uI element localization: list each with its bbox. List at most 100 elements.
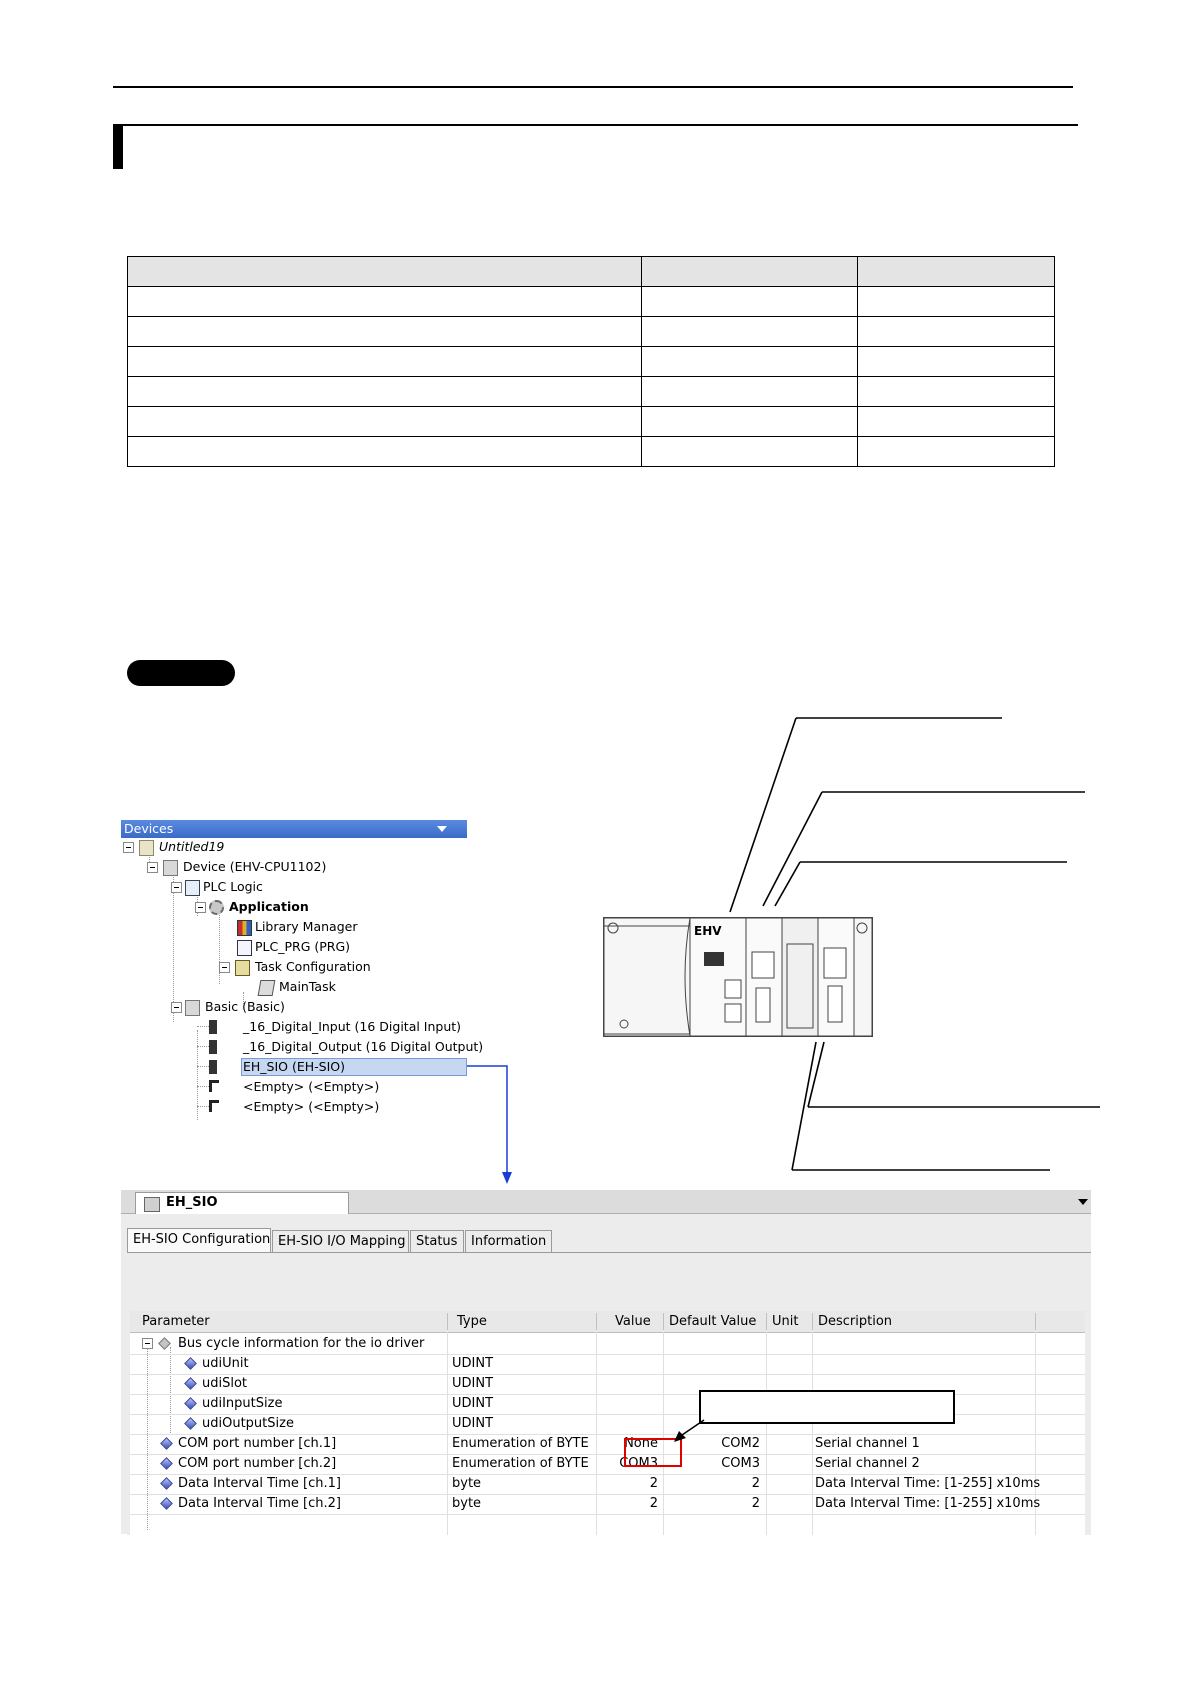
- table-row[interactable]: COM port number [ch.2] Enumeration of BY…: [130, 1453, 1085, 1475]
- spec-table-row: [127, 376, 1055, 407]
- basic-base-icon: [185, 1000, 200, 1016]
- collapse-icon[interactable]: [195, 902, 206, 913]
- device-icon: [144, 1197, 160, 1212]
- io-module-icon: [209, 1060, 217, 1074]
- leader-line: [774, 861, 801, 907]
- tree-connector: [197, 1106, 209, 1107]
- plc-hardware-illustration: EHV: [603, 917, 873, 1037]
- parameter-icon: [184, 1357, 197, 1370]
- tree-item-label: _16_Digital_Output (16 Digital Output): [243, 1039, 484, 1054]
- leader-line: [762, 791, 823, 907]
- column-separator[interactable]: [447, 1313, 448, 1330]
- plc-logic-icon: [185, 880, 200, 896]
- tab-status[interactable]: Status: [410, 1230, 464, 1253]
- editor-tab-bar: EH_SIO: [121, 1190, 1091, 1214]
- chevron-down-icon[interactable]: [1078, 1199, 1088, 1205]
- description-cell: Serial channel 1: [815, 1436, 920, 1451]
- tree-connector: [219, 912, 220, 984]
- empty-slot-icon: [209, 1100, 219, 1112]
- tab-eh-sio-io-mapping[interactable]: EH-SIO I/O Mapping: [272, 1230, 409, 1253]
- column-header-parameter[interactable]: Parameter: [142, 1314, 210, 1329]
- spec-table-row: [127, 436, 1055, 467]
- default-value-cell: COM3: [721, 1456, 760, 1471]
- tree-connector: [173, 874, 174, 1022]
- collapse-icon[interactable]: [142, 1338, 153, 1349]
- application-gear-icon: [209, 900, 224, 915]
- tab-label: EH-SIO I/O Mapping: [278, 1234, 406, 1249]
- column-header-description[interactable]: Description: [818, 1314, 892, 1329]
- tab-label: EH-SIO Configuration: [133, 1232, 271, 1247]
- tree-connector: [197, 1026, 209, 1027]
- page-header-rule: [113, 86, 1073, 88]
- parameter-icon: [184, 1377, 197, 1390]
- description-cell: Serial channel 2: [815, 1456, 920, 1471]
- pointer-arrow: [467, 1065, 512, 1184]
- program-icon: [237, 940, 252, 956]
- column-separator[interactable]: [663, 1313, 664, 1330]
- editor-doc-tab-label: EH_SIO: [166, 1195, 218, 1210]
- tree-item-label: PLC Logic: [203, 879, 263, 894]
- tree-item-label: <Empty> (<Empty>): [243, 1099, 380, 1114]
- column-separator[interactable]: [812, 1313, 813, 1330]
- section-heading-rule: [113, 124, 1078, 126]
- value-cell[interactable]: 2: [600, 1496, 658, 1511]
- parameter-cell: udiUnit: [202, 1356, 249, 1371]
- tab-eh-sio-configuration[interactable]: EH-SIO Configuration: [127, 1228, 271, 1253]
- parameter-cell: udiSlot: [202, 1376, 248, 1391]
- tree-item-label: Untitled19: [159, 839, 225, 854]
- tree-item-label: Basic (Basic): [205, 999, 285, 1014]
- parameter-icon: [160, 1477, 173, 1490]
- tree-connector: [197, 1066, 209, 1067]
- devices-panel-title: Devices: [124, 821, 174, 836]
- collapse-icon[interactable]: [171, 882, 182, 893]
- parameter-cell: udiInputSize: [202, 1396, 283, 1411]
- io-module-icon: [209, 1020, 217, 1034]
- column-header-unit[interactable]: Unit: [772, 1314, 798, 1329]
- collapse-icon[interactable]: [123, 842, 134, 853]
- plc-hardware-drawing: [603, 917, 873, 1037]
- column-header-default-value[interactable]: Default Value: [669, 1314, 756, 1329]
- value-cell[interactable]: 2: [600, 1476, 658, 1491]
- tree-item-label: Library Manager: [255, 919, 358, 934]
- parameter-icon: [160, 1497, 173, 1510]
- spec-table: [127, 256, 1055, 467]
- tree-item-label: _16_Digital_Input (16 Digital Input): [243, 1019, 462, 1034]
- terminal-block: [827, 985, 843, 1023]
- tab-label: Information: [471, 1234, 547, 1249]
- type-cell: Enumeration of BYTE: [452, 1456, 589, 1471]
- column-separator[interactable]: [1035, 1313, 1036, 1330]
- port-icon: [751, 951, 775, 979]
- spec-table-row: [127, 286, 1055, 317]
- chevron-down-icon[interactable]: [437, 826, 447, 832]
- table-row[interactable]: Data Interval Time [ch.2] byte 2 2 Data …: [130, 1493, 1085, 1515]
- column-header-value[interactable]: Value: [615, 1314, 651, 1329]
- table-row[interactable]: Bus cycle information for the io driver: [130, 1333, 1085, 1355]
- callout-arrow-line: [681, 1419, 705, 1436]
- spec-table-row: [127, 316, 1055, 347]
- collapse-icon[interactable]: [147, 862, 158, 873]
- collapse-icon[interactable]: [171, 1002, 182, 1013]
- parameter-cell: Data Interval Time [ch.2]: [178, 1496, 341, 1511]
- section-heading-bar: [113, 126, 123, 169]
- tree-item-label: Application: [229, 899, 309, 914]
- editor-doc-tab[interactable]: EH_SIO: [135, 1192, 349, 1214]
- callout-box: [699, 1390, 955, 1424]
- spec-table-row: [127, 346, 1055, 377]
- eh-sio-editor: EH_SIO EH-SIO Configuration EH-SIO I/O M…: [121, 1190, 1091, 1535]
- table-row[interactable]: udiUnit UDINT: [130, 1353, 1085, 1375]
- table-row[interactable]: COM port number [ch.1] Enumeration of BY…: [130, 1433, 1085, 1455]
- column-header-type[interactable]: Type: [457, 1314, 487, 1329]
- description-cell: Data Interval Time: [1-255] x10ms: [815, 1476, 1041, 1491]
- tree-item-label: Task Configuration: [255, 959, 371, 974]
- collapse-icon[interactable]: [219, 962, 230, 973]
- spec-table-header-row: [127, 256, 1055, 287]
- spec-table-row: [127, 406, 1055, 437]
- type-cell: UDINT: [452, 1396, 494, 1411]
- devices-panel-header[interactable]: Devices: [121, 820, 467, 838]
- column-separator[interactable]: [596, 1313, 597, 1330]
- tab-information[interactable]: Information: [465, 1230, 552, 1253]
- column-separator[interactable]: [766, 1313, 767, 1330]
- parameter-cell: COM port number [ch.2]: [178, 1456, 337, 1471]
- table-row[interactable]: Data Interval Time [ch.1] byte 2 2 Data …: [130, 1473, 1085, 1495]
- parameter-icon: [160, 1457, 173, 1470]
